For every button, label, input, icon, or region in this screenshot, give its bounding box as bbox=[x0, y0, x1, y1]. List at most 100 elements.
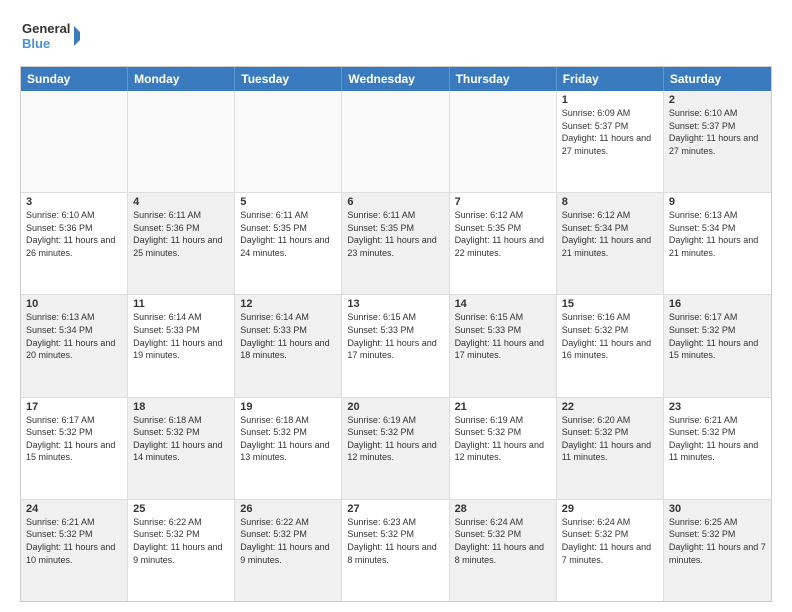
logo-svg: General Blue bbox=[20, 16, 80, 56]
cell-info: Sunrise: 6:17 AM Sunset: 5:32 PM Dayligh… bbox=[26, 414, 122, 464]
cell-empty bbox=[450, 91, 557, 192]
cell-day-23: 23Sunrise: 6:21 AM Sunset: 5:32 PM Dayli… bbox=[664, 398, 771, 499]
cell-day-16: 16Sunrise: 6:17 AM Sunset: 5:32 PM Dayli… bbox=[664, 295, 771, 396]
cell-day-22: 22Sunrise: 6:20 AM Sunset: 5:32 PM Dayli… bbox=[557, 398, 664, 499]
cell-info: Sunrise: 6:24 AM Sunset: 5:32 PM Dayligh… bbox=[455, 516, 551, 566]
cell-empty bbox=[128, 91, 235, 192]
cell-info: Sunrise: 6:23 AM Sunset: 5:32 PM Dayligh… bbox=[347, 516, 443, 566]
cell-info: Sunrise: 6:18 AM Sunset: 5:32 PM Dayligh… bbox=[133, 414, 229, 464]
cell-day-28: 28Sunrise: 6:24 AM Sunset: 5:32 PM Dayli… bbox=[450, 500, 557, 601]
cell-info: Sunrise: 6:12 AM Sunset: 5:35 PM Dayligh… bbox=[455, 209, 551, 259]
header-cell-tuesday: Tuesday bbox=[235, 67, 342, 91]
day-number: 17 bbox=[26, 401, 122, 413]
calendar-header: SundayMondayTuesdayWednesdayThursdayFrid… bbox=[21, 67, 771, 91]
cell-day-3: 3Sunrise: 6:10 AM Sunset: 5:36 PM Daylig… bbox=[21, 193, 128, 294]
cell-info: Sunrise: 6:11 AM Sunset: 5:35 PM Dayligh… bbox=[240, 209, 336, 259]
cell-info: Sunrise: 6:22 AM Sunset: 5:32 PM Dayligh… bbox=[240, 516, 336, 566]
day-number: 5 bbox=[240, 196, 336, 208]
cell-info: Sunrise: 6:21 AM Sunset: 5:32 PM Dayligh… bbox=[669, 414, 766, 464]
cell-info: Sunrise: 6:11 AM Sunset: 5:36 PM Dayligh… bbox=[133, 209, 229, 259]
day-number: 23 bbox=[669, 401, 766, 413]
day-number: 14 bbox=[455, 298, 551, 310]
day-number: 13 bbox=[347, 298, 443, 310]
day-number: 2 bbox=[669, 94, 766, 106]
calendar-body: 1Sunrise: 6:09 AM Sunset: 5:37 PM Daylig… bbox=[21, 91, 771, 601]
cell-info: Sunrise: 6:14 AM Sunset: 5:33 PM Dayligh… bbox=[133, 311, 229, 361]
day-number: 11 bbox=[133, 298, 229, 310]
cell-day-10: 10Sunrise: 6:13 AM Sunset: 5:34 PM Dayli… bbox=[21, 295, 128, 396]
day-number: 15 bbox=[562, 298, 658, 310]
day-number: 16 bbox=[669, 298, 766, 310]
cell-info: Sunrise: 6:15 AM Sunset: 5:33 PM Dayligh… bbox=[455, 311, 551, 361]
day-number: 28 bbox=[455, 503, 551, 515]
day-number: 22 bbox=[562, 401, 658, 413]
svg-text:General: General bbox=[22, 21, 70, 36]
calendar-row-4: 17Sunrise: 6:17 AM Sunset: 5:32 PM Dayli… bbox=[21, 397, 771, 499]
cell-info: Sunrise: 6:19 AM Sunset: 5:32 PM Dayligh… bbox=[347, 414, 443, 464]
calendar: SundayMondayTuesdayWednesdayThursdayFrid… bbox=[20, 66, 772, 602]
cell-info: Sunrise: 6:22 AM Sunset: 5:32 PM Dayligh… bbox=[133, 516, 229, 566]
day-number: 7 bbox=[455, 196, 551, 208]
cell-info: Sunrise: 6:25 AM Sunset: 5:32 PM Dayligh… bbox=[669, 516, 766, 566]
day-number: 29 bbox=[562, 503, 658, 515]
cell-day-21: 21Sunrise: 6:19 AM Sunset: 5:32 PM Dayli… bbox=[450, 398, 557, 499]
cell-info: Sunrise: 6:10 AM Sunset: 5:37 PM Dayligh… bbox=[669, 107, 766, 157]
cell-day-7: 7Sunrise: 6:12 AM Sunset: 5:35 PM Daylig… bbox=[450, 193, 557, 294]
cell-info: Sunrise: 6:13 AM Sunset: 5:34 PM Dayligh… bbox=[669, 209, 766, 259]
cell-info: Sunrise: 6:17 AM Sunset: 5:32 PM Dayligh… bbox=[669, 311, 766, 361]
cell-day-20: 20Sunrise: 6:19 AM Sunset: 5:32 PM Dayli… bbox=[342, 398, 449, 499]
day-number: 24 bbox=[26, 503, 122, 515]
header-cell-wednesday: Wednesday bbox=[342, 67, 449, 91]
calendar-row-5: 24Sunrise: 6:21 AM Sunset: 5:32 PM Dayli… bbox=[21, 499, 771, 601]
cell-day-14: 14Sunrise: 6:15 AM Sunset: 5:33 PM Dayli… bbox=[450, 295, 557, 396]
day-number: 4 bbox=[133, 196, 229, 208]
cell-info: Sunrise: 6:13 AM Sunset: 5:34 PM Dayligh… bbox=[26, 311, 122, 361]
cell-info: Sunrise: 6:21 AM Sunset: 5:32 PM Dayligh… bbox=[26, 516, 122, 566]
cell-day-30: 30Sunrise: 6:25 AM Sunset: 5:32 PM Dayli… bbox=[664, 500, 771, 601]
cell-day-27: 27Sunrise: 6:23 AM Sunset: 5:32 PM Dayli… bbox=[342, 500, 449, 601]
cell-day-29: 29Sunrise: 6:24 AM Sunset: 5:32 PM Dayli… bbox=[557, 500, 664, 601]
header-cell-monday: Monday bbox=[128, 67, 235, 91]
svg-text:Blue: Blue bbox=[22, 36, 50, 51]
page: General Blue SundayMondayTuesdayWednesda… bbox=[0, 0, 792, 612]
cell-day-13: 13Sunrise: 6:15 AM Sunset: 5:33 PM Dayli… bbox=[342, 295, 449, 396]
cell-info: Sunrise: 6:14 AM Sunset: 5:33 PM Dayligh… bbox=[240, 311, 336, 361]
cell-info: Sunrise: 6:24 AM Sunset: 5:32 PM Dayligh… bbox=[562, 516, 658, 566]
cell-day-25: 25Sunrise: 6:22 AM Sunset: 5:32 PM Dayli… bbox=[128, 500, 235, 601]
cell-day-6: 6Sunrise: 6:11 AM Sunset: 5:35 PM Daylig… bbox=[342, 193, 449, 294]
day-number: 6 bbox=[347, 196, 443, 208]
cell-day-9: 9Sunrise: 6:13 AM Sunset: 5:34 PM Daylig… bbox=[664, 193, 771, 294]
day-number: 12 bbox=[240, 298, 336, 310]
calendar-row-2: 3Sunrise: 6:10 AM Sunset: 5:36 PM Daylig… bbox=[21, 192, 771, 294]
day-number: 27 bbox=[347, 503, 443, 515]
cell-info: Sunrise: 6:20 AM Sunset: 5:32 PM Dayligh… bbox=[562, 414, 658, 464]
cell-day-15: 15Sunrise: 6:16 AM Sunset: 5:32 PM Dayli… bbox=[557, 295, 664, 396]
header: General Blue bbox=[20, 16, 772, 56]
header-cell-sunday: Sunday bbox=[21, 67, 128, 91]
cell-day-2: 2Sunrise: 6:10 AM Sunset: 5:37 PM Daylig… bbox=[664, 91, 771, 192]
header-cell-thursday: Thursday bbox=[450, 67, 557, 91]
cell-day-12: 12Sunrise: 6:14 AM Sunset: 5:33 PM Dayli… bbox=[235, 295, 342, 396]
calendar-row-1: 1Sunrise: 6:09 AM Sunset: 5:37 PM Daylig… bbox=[21, 91, 771, 192]
day-number: 3 bbox=[26, 196, 122, 208]
cell-day-19: 19Sunrise: 6:18 AM Sunset: 5:32 PM Dayli… bbox=[235, 398, 342, 499]
cell-info: Sunrise: 6:12 AM Sunset: 5:34 PM Dayligh… bbox=[562, 209, 658, 259]
cell-day-5: 5Sunrise: 6:11 AM Sunset: 5:35 PM Daylig… bbox=[235, 193, 342, 294]
header-cell-saturday: Saturday bbox=[664, 67, 771, 91]
cell-info: Sunrise: 6:10 AM Sunset: 5:36 PM Dayligh… bbox=[26, 209, 122, 259]
calendar-row-3: 10Sunrise: 6:13 AM Sunset: 5:34 PM Dayli… bbox=[21, 294, 771, 396]
day-number: 1 bbox=[562, 94, 658, 106]
cell-info: Sunrise: 6:15 AM Sunset: 5:33 PM Dayligh… bbox=[347, 311, 443, 361]
cell-day-18: 18Sunrise: 6:18 AM Sunset: 5:32 PM Dayli… bbox=[128, 398, 235, 499]
day-number: 19 bbox=[240, 401, 336, 413]
cell-day-17: 17Sunrise: 6:17 AM Sunset: 5:32 PM Dayli… bbox=[21, 398, 128, 499]
cell-info: Sunrise: 6:09 AM Sunset: 5:37 PM Dayligh… bbox=[562, 107, 658, 157]
cell-info: Sunrise: 6:11 AM Sunset: 5:35 PM Dayligh… bbox=[347, 209, 443, 259]
cell-info: Sunrise: 6:18 AM Sunset: 5:32 PM Dayligh… bbox=[240, 414, 336, 464]
day-number: 30 bbox=[669, 503, 766, 515]
day-number: 26 bbox=[240, 503, 336, 515]
cell-day-26: 26Sunrise: 6:22 AM Sunset: 5:32 PM Dayli… bbox=[235, 500, 342, 601]
cell-day-11: 11Sunrise: 6:14 AM Sunset: 5:33 PM Dayli… bbox=[128, 295, 235, 396]
cell-day-1: 1Sunrise: 6:09 AM Sunset: 5:37 PM Daylig… bbox=[557, 91, 664, 192]
cell-empty bbox=[235, 91, 342, 192]
